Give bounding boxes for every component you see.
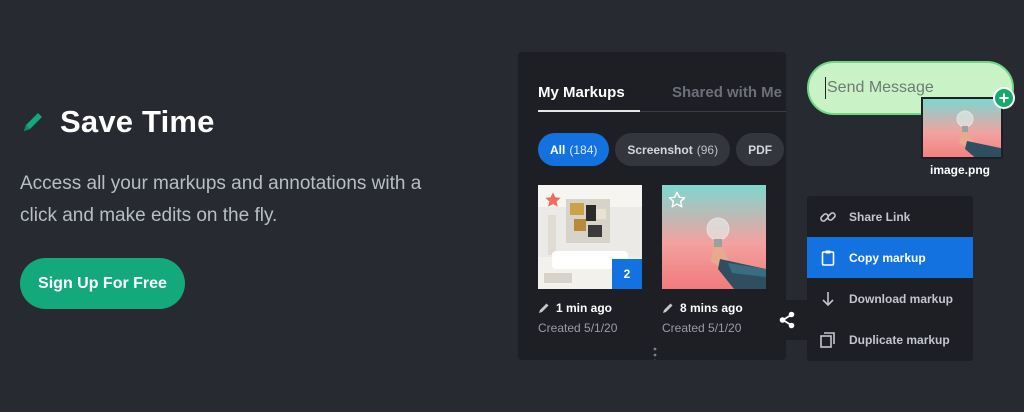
- card-time: 8 mins ago: [680, 301, 743, 315]
- menu-item-share-link[interactable]: Share Link: [807, 196, 973, 237]
- filter-screenshot-count: (96): [696, 142, 719, 157]
- menu-item-label: Duplicate markup: [849, 332, 950, 347]
- menu-item-download-markup[interactable]: Download markup: [807, 278, 973, 319]
- text-cursor: [825, 77, 826, 99]
- hero-description: Access all your markups and annotations …: [20, 173, 422, 226]
- card-time: 1 min ago: [556, 301, 613, 315]
- menu-item-copy-markup[interactable]: Copy markup: [807, 237, 973, 278]
- star-icon-filled[interactable]: [544, 191, 562, 209]
- tab-bar: My Markups Shared with Me: [538, 84, 786, 112]
- card-time-row: 1 min ago: [538, 301, 642, 315]
- markup-thumbnail-room[interactable]: 2: [538, 185, 642, 289]
- link-icon: [820, 211, 836, 222]
- filter-screenshot-label: Screenshot: [627, 142, 693, 157]
- tab-my-markups[interactable]: My Markups: [538, 84, 625, 101]
- active-tab-indicator: [538, 110, 640, 112]
- card-created: Created 5/1/20: [538, 321, 618, 335]
- markups-panel: My Markups Shared with Me All (184) Scre…: [518, 52, 786, 360]
- filter-pdf[interactable]: PDF: [736, 133, 785, 166]
- filter-pdf-label: PDF: [748, 142, 773, 157]
- send-message-placeholder: Send Message: [827, 79, 934, 96]
- pencil-icon: [24, 113, 42, 131]
- image-attachment[interactable]: [921, 97, 1003, 159]
- hero-title: Save Time: [60, 104, 215, 139]
- attachment-filename: image.png: [930, 163, 991, 177]
- markup-card[interactable]: 2 1 min ago Created 5/1/20: [538, 185, 657, 360]
- tab-shared-with-me[interactable]: Shared with Me: [672, 84, 782, 101]
- filter-all-label: All: [550, 142, 566, 157]
- share-icon: [779, 311, 795, 329]
- version-count-badge: 2: [612, 259, 642, 289]
- markup-thumbnail-bulb[interactable]: [662, 185, 766, 289]
- card-created: Created 5/1/20: [662, 321, 742, 335]
- menu-item-duplicate-markup[interactable]: Duplicate markup: [807, 319, 973, 360]
- hero-heading: Save Time: [20, 104, 215, 140]
- more-options-icon[interactable]: [652, 347, 658, 360]
- tab-divider: [640, 111, 786, 112]
- share-button[interactable]: [767, 300, 807, 340]
- filter-screenshot[interactable]: Screenshot (96): [615, 133, 731, 166]
- plus-icon: [999, 93, 1009, 103]
- filter-chips: All (184) Screenshot (96) PDF: [538, 133, 785, 166]
- card-time-row: 8 mins ago: [662, 301, 766, 315]
- filter-all-count: (184): [569, 142, 598, 157]
- clipboard-icon: [821, 250, 835, 266]
- pencil-icon: [539, 303, 549, 313]
- duplicate-icon: [820, 331, 835, 348]
- menu-item-label: Download markup: [849, 291, 954, 306]
- attachment-image: [923, 99, 1001, 157]
- sign-up-button[interactable]: Sign Up For Free: [20, 258, 185, 309]
- add-attachment-button[interactable]: [993, 87, 1015, 109]
- menu-item-label: Share Link: [849, 209, 911, 224]
- menu-item-label: Copy markup: [849, 250, 926, 265]
- markup-card[interactable]: 8 mins ago Created 5/1/20: [662, 185, 766, 335]
- star-icon-outline[interactable]: [668, 191, 686, 209]
- filter-all[interactable]: All (184): [538, 133, 610, 166]
- pencil-icon: [663, 303, 673, 313]
- share-menu: Share Link Copy markup Download markup D…: [807, 196, 973, 361]
- download-icon: [822, 291, 834, 306]
